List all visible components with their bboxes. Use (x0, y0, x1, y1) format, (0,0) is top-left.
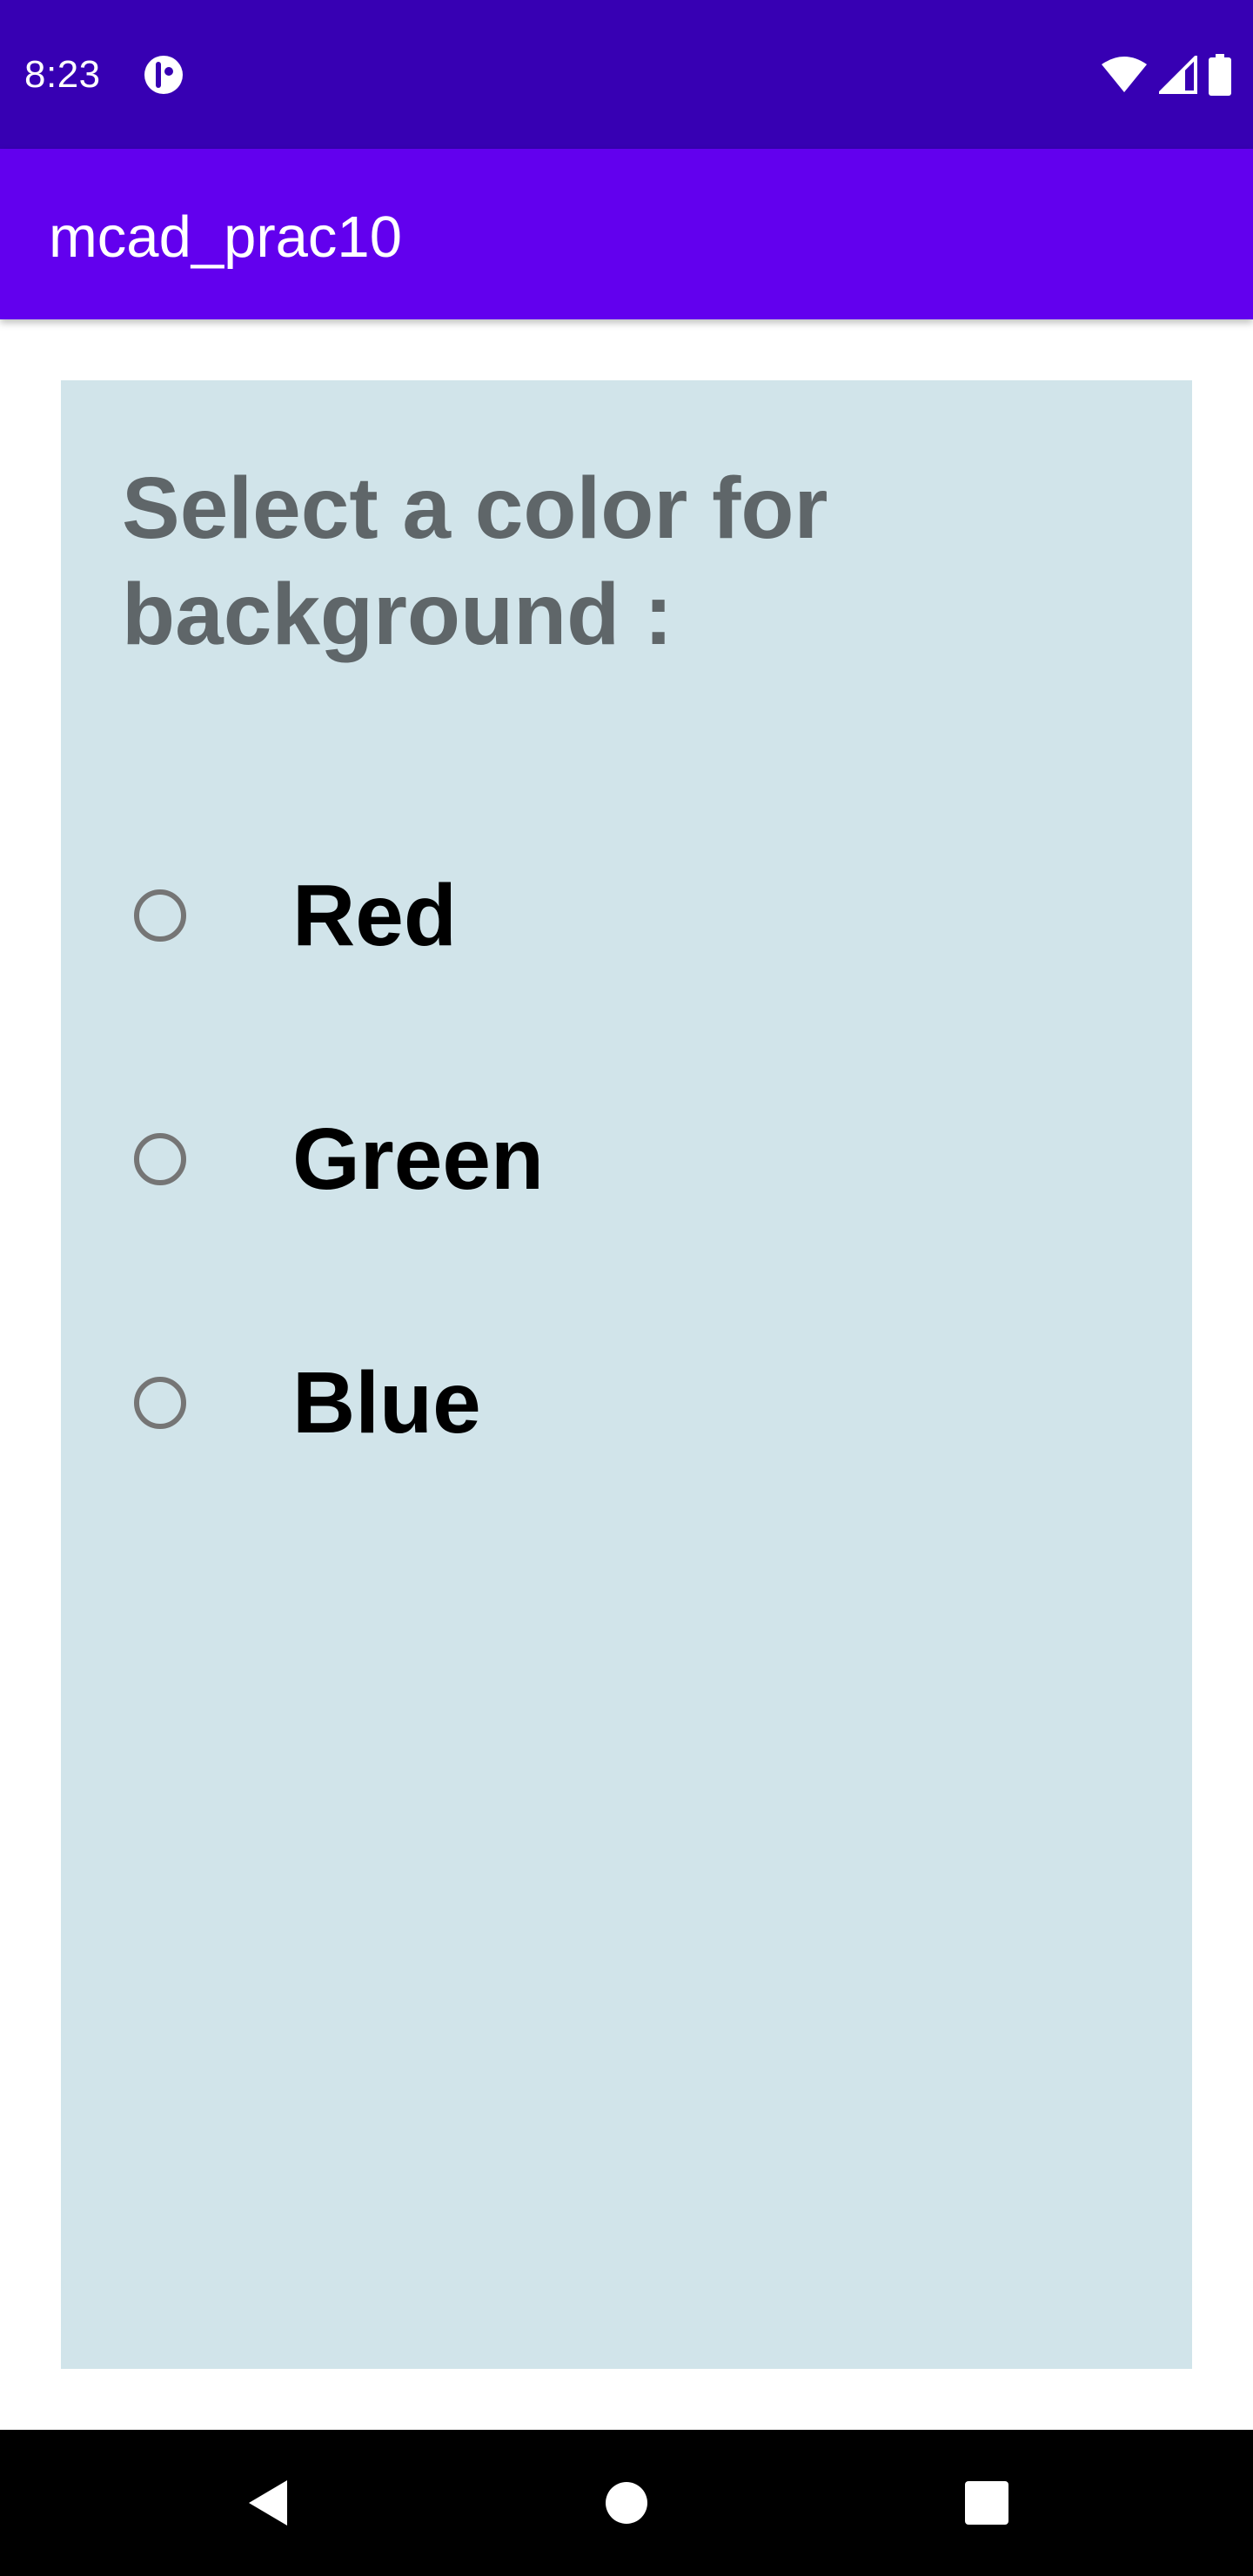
home-icon[interactable] (592, 2468, 661, 2538)
signal-icon (1159, 56, 1197, 94)
radio-option-green[interactable]: Green (134, 1103, 1004, 1216)
wifi-icon (1102, 57, 1147, 92)
color-select-panel: Select a color for background : Red Gree… (61, 380, 1192, 2369)
radio-label[interactable]: Green (292, 1103, 544, 1216)
radio-label[interactable]: Red (292, 859, 457, 972)
app-bar: mcad_prac10 (0, 149, 1253, 319)
status-time: 8:23 (24, 53, 101, 96)
back-icon[interactable] (235, 2468, 305, 2538)
battery-icon (1209, 54, 1231, 96)
app-notification-icon (144, 56, 183, 94)
status-icons (1100, 54, 1232, 96)
radio-circle-icon[interactable] (134, 1377, 186, 1429)
status-bar: 8:23 (0, 0, 1253, 149)
prompt-label: Select a color for background : (122, 460, 828, 663)
radio-circle-icon[interactable] (134, 889, 186, 942)
radio-circle-icon[interactable] (134, 1133, 186, 1185)
radio-label[interactable]: Blue (292, 1346, 481, 1459)
app-title: mcad_prac10 (49, 205, 402, 270)
navigation-bar (0, 2430, 1253, 2576)
radio-option-blue[interactable]: Blue (134, 1346, 1004, 1459)
radio-option-red[interactable]: Red (134, 859, 1004, 972)
recents-icon[interactable] (952, 2468, 1022, 2538)
